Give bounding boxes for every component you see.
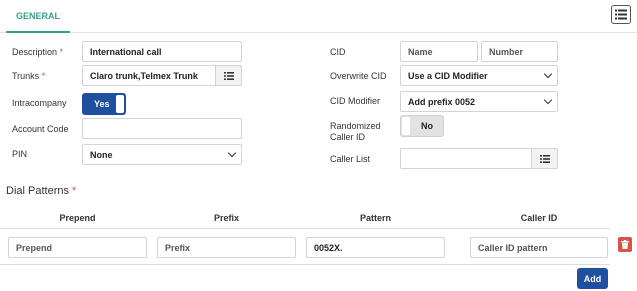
prepend-input[interactable]: Prepend xyxy=(8,237,147,258)
account-code-label: Account Code xyxy=(12,124,69,134)
add-pattern-button[interactable]: Add xyxy=(577,268,608,289)
required-marker: * xyxy=(41,71,46,81)
trash-icon xyxy=(621,240,629,249)
table-header-divider xyxy=(0,228,610,229)
dial-patterns-title: Dial Patterns * xyxy=(6,185,76,197)
trunks-label-text: Trunks xyxy=(12,71,40,81)
toggle-knob xyxy=(402,117,410,135)
intracompany-label: Intracompany xyxy=(12,98,67,108)
chevron-down-icon xyxy=(227,148,237,158)
list-icon xyxy=(539,154,550,163)
caller-id-pattern-input[interactable]: Caller ID pattern xyxy=(470,237,608,258)
toggle-state-text: No xyxy=(421,121,433,131)
description-label: Description * xyxy=(12,47,63,58)
caller-list-label: Caller List xyxy=(330,154,371,164)
cid-number-input[interactable]: Number xyxy=(481,41,558,62)
pin-select[interactable]: None xyxy=(82,144,242,165)
delete-row-button[interactable] xyxy=(618,237,632,252)
trunks-input[interactable]: Claro trunk,Telmex Trunk xyxy=(82,65,216,86)
list-view-button[interactable] xyxy=(611,5,631,24)
trunks-list-button[interactable] xyxy=(216,65,242,86)
description-input[interactable]: International call xyxy=(82,41,242,62)
pin-label: PIN xyxy=(12,149,28,159)
cid-modifier-label: CID Modifier xyxy=(330,96,381,106)
table-row-divider xyxy=(0,264,610,265)
dial-patterns-title-text: Dial Patterns xyxy=(6,185,69,197)
prefix-input[interactable]: Prefix xyxy=(157,237,296,258)
toggle-knob xyxy=(116,95,124,113)
overwrite-cid-label: Overwrite CID xyxy=(330,71,387,81)
pattern-input[interactable]: 0052X. xyxy=(306,237,445,258)
description-label-text: Description xyxy=(12,47,58,57)
overwrite-cid-select[interactable]: Use a CID Modifier xyxy=(400,65,558,86)
tab-general[interactable]: GENERAL xyxy=(6,0,70,33)
cid-name-input[interactable]: Name xyxy=(400,41,478,62)
column-header-prepend: Prepend xyxy=(59,213,96,223)
toggle-state-text: Yes xyxy=(94,99,110,109)
column-header-caller-id: Caller ID xyxy=(520,213,558,223)
chevron-down-icon xyxy=(543,69,553,79)
list-icon xyxy=(615,9,627,20)
cid-modifier-select[interactable]: Add prefix 0052 xyxy=(400,91,558,112)
overwrite-cid-selected-value: Use a CID Modifier xyxy=(408,70,488,81)
required-marker: * xyxy=(59,47,64,57)
randomized-label-line2: Caller ID xyxy=(330,132,366,142)
list-icon xyxy=(223,71,234,80)
column-header-prefix: Prefix xyxy=(213,213,239,223)
intracompany-toggle[interactable]: Yes xyxy=(82,93,126,115)
pin-selected-value: None xyxy=(90,149,113,160)
caller-list-button[interactable] xyxy=(532,148,558,169)
column-header-pattern: Pattern xyxy=(359,213,391,223)
trunks-label: Trunks * xyxy=(12,71,45,82)
cid-label: CID xyxy=(330,47,346,57)
cid-modifier-selected-value: Add prefix 0052 xyxy=(408,96,476,107)
tab-bar xyxy=(0,0,637,33)
caller-list-input[interactable] xyxy=(400,148,532,169)
account-code-input[interactable] xyxy=(82,118,242,139)
chevron-down-icon xyxy=(543,95,553,105)
randomized-label-line1: Randomized xyxy=(330,121,381,131)
required-marker: * xyxy=(72,185,77,197)
randomized-caller-id-toggle[interactable]: No xyxy=(400,115,444,137)
randomized-caller-id-label: Randomized Caller ID xyxy=(330,121,381,143)
